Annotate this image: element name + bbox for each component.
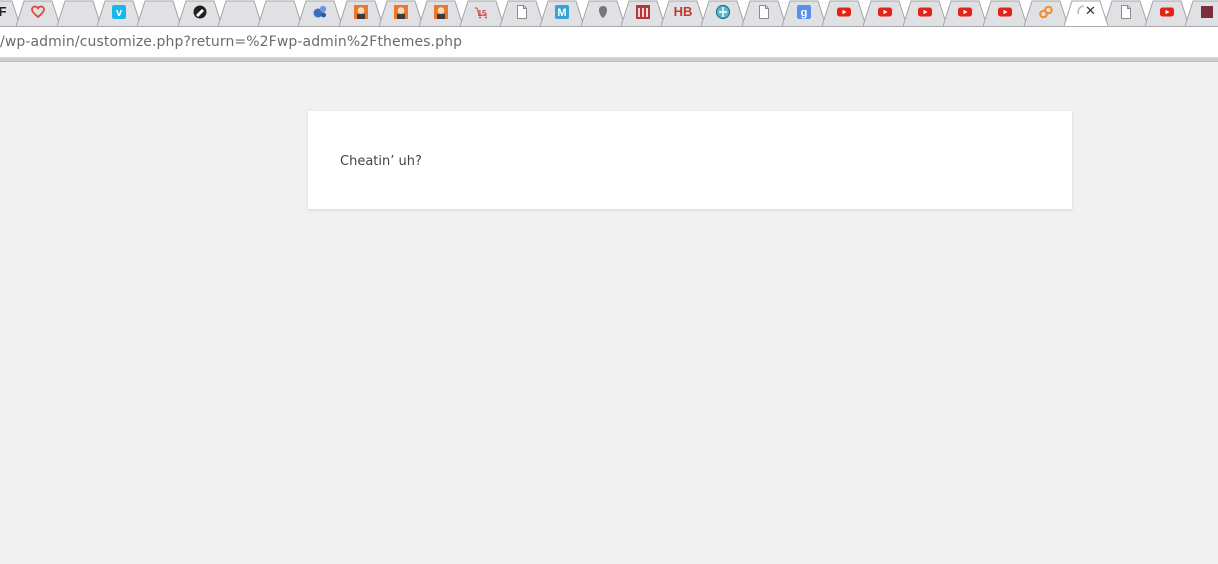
tab[interactable] bbox=[621, 0, 665, 26]
hb-text-icon-label: HB bbox=[673, 4, 693, 19]
tab[interactable] bbox=[742, 0, 786, 26]
tab[interactable] bbox=[1185, 0, 1218, 26]
youtube-icon bbox=[1159, 4, 1175, 20]
tab[interactable] bbox=[258, 0, 302, 26]
tab[interactable] bbox=[57, 0, 101, 26]
youtube-icon bbox=[877, 4, 893, 20]
browser-window: 'F v 15 M HB g ✕ /wp-admin/customize.php?retur… bbox=[0, 0, 1218, 564]
tab[interactable]: v bbox=[97, 0, 141, 26]
blank-icon bbox=[71, 4, 87, 20]
heart-outline-icon bbox=[30, 4, 46, 20]
blank-icon bbox=[232, 4, 248, 20]
tab[interactable] bbox=[1145, 0, 1189, 26]
document-icon bbox=[1118, 4, 1134, 20]
tab[interactable] bbox=[137, 0, 181, 26]
tab[interactable]: HB bbox=[661, 0, 705, 26]
blank-icon bbox=[272, 4, 288, 20]
tab-close-icon[interactable]: ✕ bbox=[1085, 3, 1096, 21]
tab[interactable] bbox=[298, 0, 342, 26]
svg-text:M: M bbox=[557, 7, 566, 19]
tab-strip: 'F v 15 M HB g ✕ bbox=[0, 0, 1218, 27]
avatar-orange-icon bbox=[393, 4, 409, 20]
avatar-orange-icon bbox=[353, 4, 369, 20]
tab[interactable] bbox=[1104, 0, 1148, 26]
svg-text:15: 15 bbox=[478, 9, 487, 18]
partial-tab-icon bbox=[1199, 4, 1215, 20]
tab[interactable]: 15 bbox=[460, 0, 504, 26]
tab[interactable] bbox=[863, 0, 907, 26]
link-orange-icon bbox=[1038, 4, 1054, 20]
tab-active[interactable]: ✕ bbox=[1064, 0, 1108, 26]
document-icon bbox=[756, 4, 772, 20]
avatar-orange-icon bbox=[433, 4, 449, 20]
vimeo-icon: v bbox=[111, 4, 127, 20]
tab[interactable] bbox=[1024, 0, 1068, 26]
shield-grey-icon bbox=[595, 4, 611, 20]
text-glyph-icon-label: 'F bbox=[0, 4, 7, 19]
m-logo-icon: M bbox=[554, 4, 570, 20]
url-text[interactable]: /wp-admin/customize.php?return=%2Fwp-adm… bbox=[0, 33, 462, 51]
document-icon bbox=[514, 4, 530, 20]
tab[interactable] bbox=[178, 0, 222, 26]
tab-strip-divider bbox=[0, 26, 1218, 27]
tab[interactable] bbox=[500, 0, 544, 26]
tab[interactable] bbox=[701, 0, 745, 26]
error-message-box: Cheatin’ uh? bbox=[308, 111, 1072, 209]
youtube-icon bbox=[957, 4, 973, 20]
hb-text-icon: HB bbox=[673, 4, 693, 20]
tab[interactable] bbox=[943, 0, 987, 26]
google-g-icon: g bbox=[796, 4, 812, 20]
tab[interactable] bbox=[822, 0, 866, 26]
tab[interactable] bbox=[379, 0, 423, 26]
tab[interactable] bbox=[581, 0, 625, 26]
tab[interactable] bbox=[16, 0, 60, 26]
page-viewport: Cheatin’ uh? bbox=[0, 62, 1218, 564]
compass-dark-icon bbox=[192, 4, 208, 20]
tab[interactable] bbox=[903, 0, 947, 26]
blue-puzzle-icon bbox=[312, 4, 328, 20]
tab[interactable]: g bbox=[782, 0, 826, 26]
red-grid-icon bbox=[635, 4, 651, 20]
youtube-icon bbox=[997, 4, 1013, 20]
tab[interactable] bbox=[419, 0, 463, 26]
tab[interactable] bbox=[339, 0, 383, 26]
youtube-icon bbox=[836, 4, 852, 20]
tab[interactable] bbox=[983, 0, 1027, 26]
tab[interactable]: M bbox=[540, 0, 584, 26]
youtube-icon bbox=[917, 4, 933, 20]
text-glyph-icon: 'F bbox=[0, 4, 7, 20]
error-message-text: Cheatin’ uh? bbox=[340, 154, 422, 169]
globe-icon bbox=[715, 4, 731, 20]
cart-15-icon: 15 bbox=[474, 4, 490, 20]
svg-text:g: g bbox=[801, 7, 808, 19]
svg-text:v: v bbox=[116, 7, 123, 19]
blank-icon bbox=[151, 4, 167, 20]
tab[interactable] bbox=[218, 0, 262, 26]
address-bar[interactable]: /wp-admin/customize.php?return=%2Fwp-adm… bbox=[0, 27, 1218, 58]
